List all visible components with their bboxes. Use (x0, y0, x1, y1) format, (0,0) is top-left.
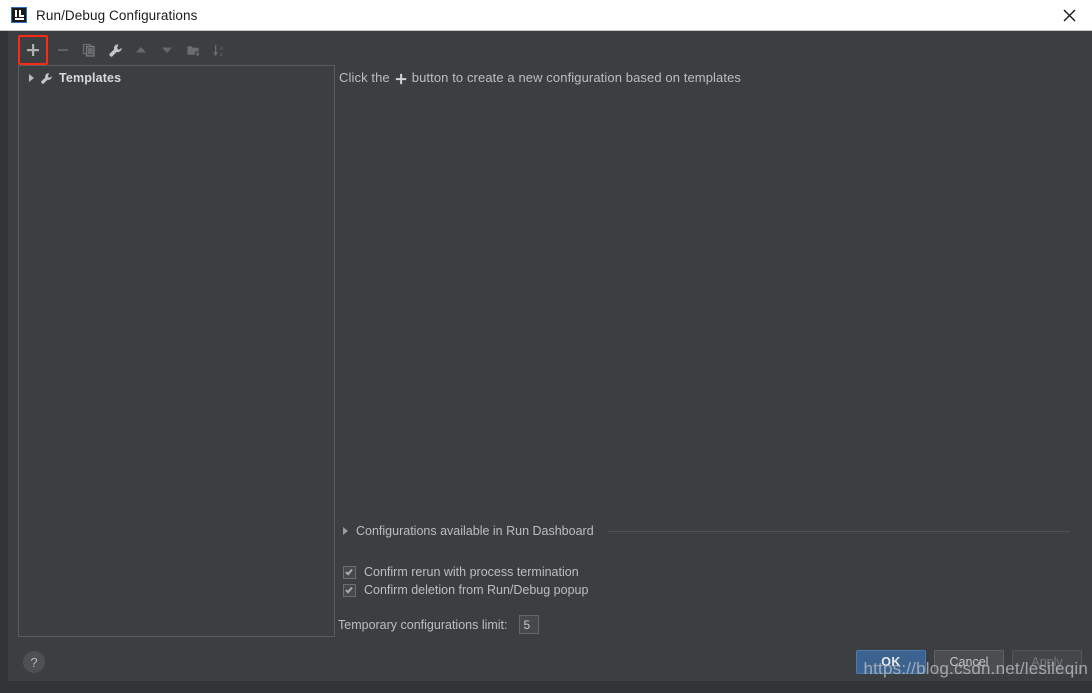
folder-add-icon (186, 45, 200, 57)
move-up-button[interactable] (128, 38, 154, 62)
run-dashboard-section-label: Configurations available in Run Dashboar… (356, 524, 594, 538)
apply-button: Apply (1012, 650, 1082, 674)
hint-plus-icon-wrap (395, 73, 407, 85)
sort-az-icon: a z (212, 44, 223, 58)
edit-templates-button[interactable] (102, 38, 128, 62)
plus-icon (395, 73, 406, 84)
run-debug-configurations-dialog: Run/Debug Configurations a z Templates C… (0, 0, 1092, 693)
dialog-button-row: OK Cancel Apply (856, 650, 1082, 674)
hint-prefix: Click the (339, 70, 390, 85)
copy-icon (82, 43, 95, 57)
title-bar: Run/Debug Configurations (0, 0, 1092, 31)
ok-button[interactable]: OK (856, 650, 926, 674)
close-icon (1063, 9, 1075, 21)
question-mark-icon: ? (30, 654, 38, 670)
run-dashboard-section-header[interactable]: Configurations available in Run Dashboar… (343, 524, 1070, 538)
plus-icon (27, 44, 39, 56)
move-down-button[interactable] (154, 38, 180, 62)
title-bar-left: Run/Debug Configurations (11, 0, 198, 30)
hint-suffix: button to create a new configuration bas… (411, 70, 742, 85)
svg-text:z: z (219, 52, 222, 58)
arrow-down-icon (162, 47, 172, 53)
bottom-edge-strip (0, 681, 1092, 693)
chevron-right-icon[interactable] (343, 527, 348, 535)
intellij-idea-logo-icon (11, 7, 27, 23)
empty-state-hint: Click the button to create a new configu… (339, 70, 741, 85)
cancel-button[interactable]: Cancel (934, 650, 1004, 674)
confirm-rerun-label: Confirm rerun with process termination (364, 565, 579, 579)
help-button[interactable]: ? (23, 651, 45, 673)
confirm-deletion-checkbox[interactable] (343, 583, 356, 597)
minus-icon (58, 49, 68, 51)
configurations-tree-panel[interactable]: Templates (18, 65, 335, 637)
section-divider (607, 530, 1070, 532)
temporary-configurations-limit-row: Temporary configurations limit: (338, 615, 539, 634)
svg-text:a: a (219, 45, 223, 51)
wrench-icon (108, 43, 122, 57)
confirm-deletion-checkbox-row[interactable]: Confirm deletion from Run/Debug popup (343, 583, 588, 597)
confirm-rerun-checkbox-row[interactable]: Confirm rerun with process termination (343, 565, 579, 579)
sort-configurations-button[interactable]: a z (206, 38, 232, 62)
left-edge-strip (0, 31, 8, 681)
add-configuration-button[interactable] (18, 35, 48, 65)
confirm-rerun-checkbox[interactable] (343, 565, 356, 579)
remove-configuration-button[interactable] (50, 38, 76, 62)
configurations-toolbar: a z (18, 35, 232, 65)
temporary-configurations-limit-label: Temporary configurations limit: (338, 617, 508, 632)
window-title: Run/Debug Configurations (36, 7, 198, 23)
tree-item-label: Templates (59, 71, 122, 85)
temporary-configurations-limit-input[interactable] (518, 615, 539, 634)
close-button[interactable] (1046, 0, 1092, 30)
create-folder-button[interactable] (180, 38, 206, 62)
chevron-right-icon[interactable] (29, 74, 34, 82)
confirm-deletion-label: Confirm deletion from Run/Debug popup (364, 583, 589, 597)
wrench-icon (41, 72, 52, 84)
tree-item-templates[interactable]: Templates (19, 68, 334, 88)
arrow-up-icon (136, 47, 146, 53)
configuration-detail-panel: Click the button to create a new configu… (338, 65, 1074, 637)
copy-configuration-button[interactable] (76, 38, 102, 62)
